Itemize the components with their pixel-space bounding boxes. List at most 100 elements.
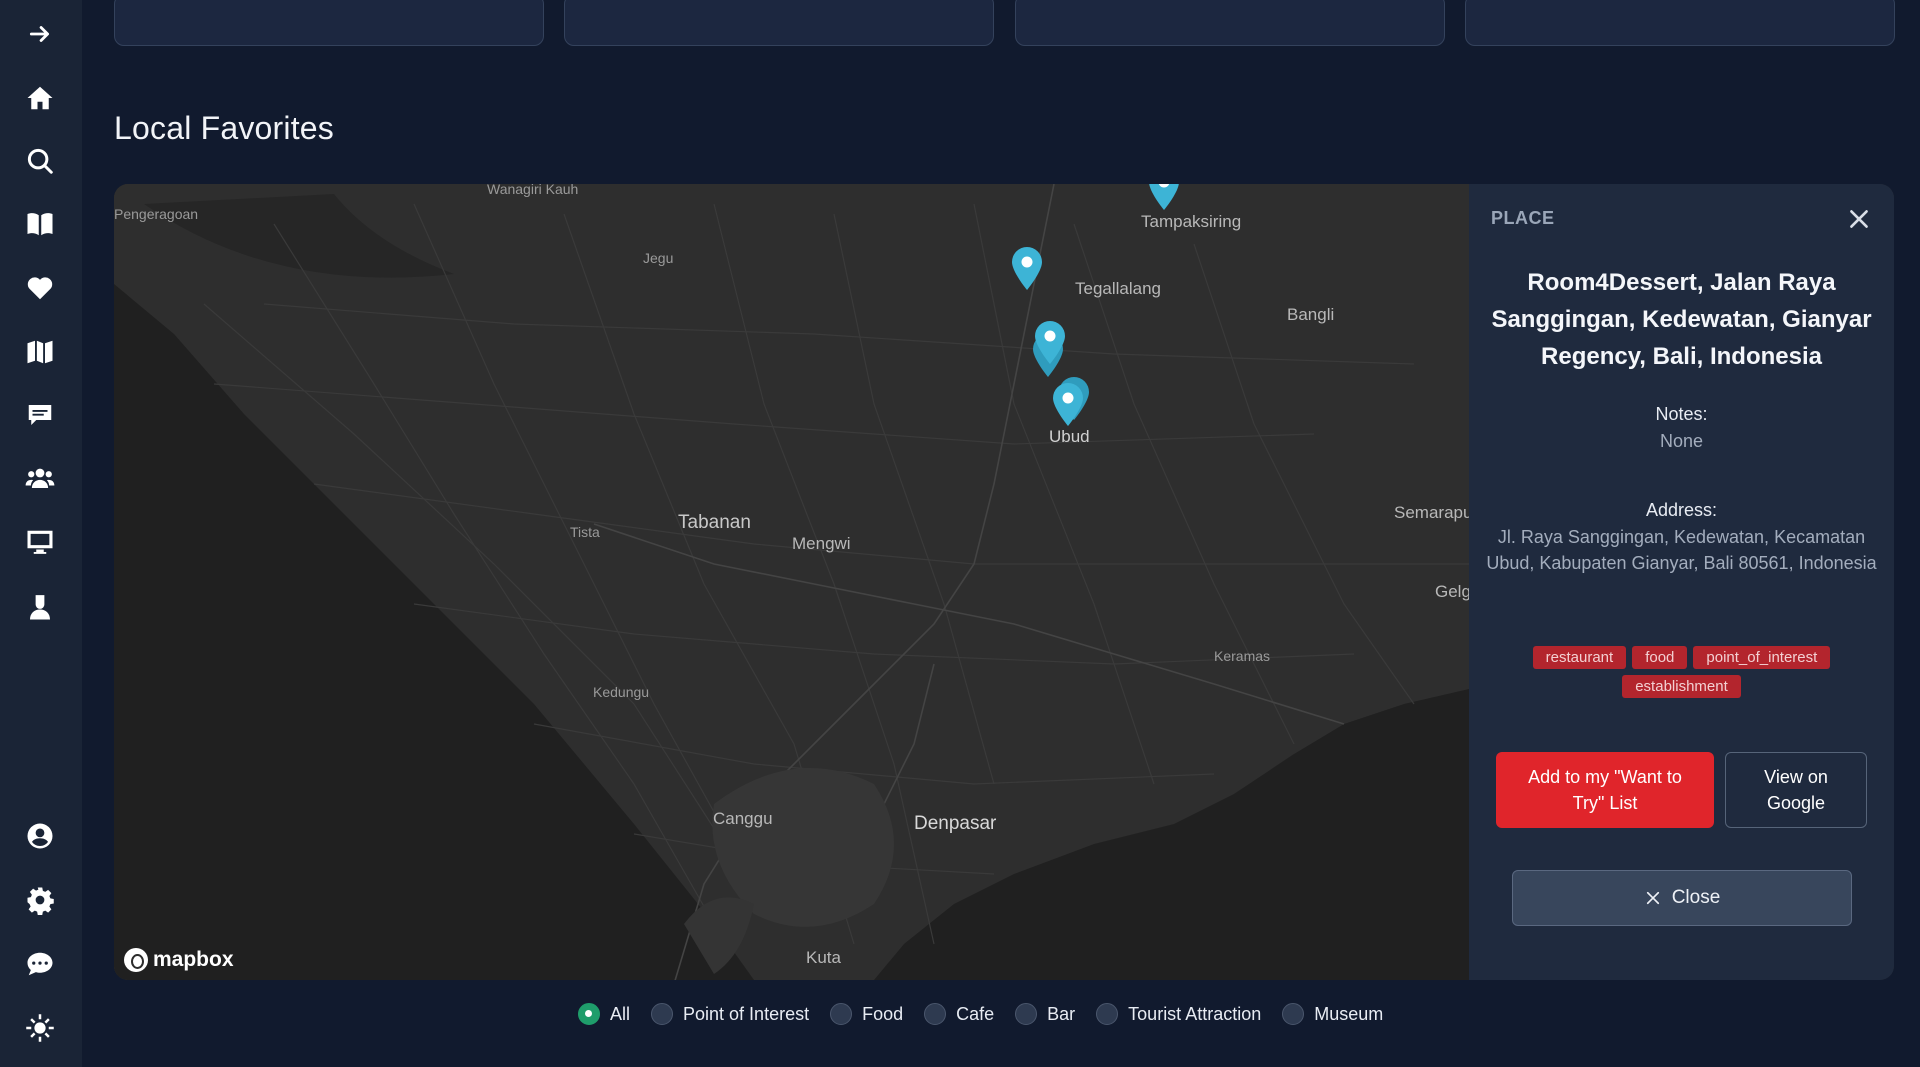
map-label-canggu: Canggu [713, 809, 773, 828]
radio-button[interactable] [578, 1003, 600, 1025]
notes-value: None [1659, 431, 1704, 451]
sidebar-item-guides[interactable] [18, 202, 62, 246]
filter-label: Museum [1314, 1003, 1384, 1024]
sun-icon [26, 1014, 54, 1042]
map-background [114, 184, 1469, 980]
top-card-3[interactable] [1015, 0, 1445, 46]
map-label-jegu: Jegu [643, 250, 674, 266]
sidebar-item-dashboard[interactable] [18, 520, 62, 564]
category-filter: All Point of Interest Food Cafe Bar Tour… [578, 1000, 1404, 1028]
filter-option-all[interactable]: All [578, 1003, 630, 1025]
map-label-keramas: Keramas [1214, 648, 1271, 664]
map-label-tabanan: Tabanan [678, 512, 751, 533]
filter-label: Point of Interest [683, 1003, 810, 1024]
arrow-right-icon [29, 26, 49, 42]
map-label-semarapura: Semarapu [1394, 503, 1469, 522]
message-icon [27, 952, 53, 976]
tag-list: restaurant food point_of_interest establ… [1509, 646, 1854, 698]
notes-label: Notes: [1655, 404, 1708, 424]
filter-label: Food [862, 1003, 904, 1024]
sidebar-item-messages[interactable] [18, 942, 62, 986]
radio-button[interactable] [924, 1003, 947, 1025]
mapbox-wordmark: mapbox [153, 948, 234, 971]
address-label: Address: [1645, 500, 1718, 520]
map-label-tampaksiring: Tampaksiring [1141, 212, 1242, 231]
mapbox-logo[interactable]: mapbox [124, 948, 234, 972]
chat-icon [28, 405, 52, 425]
tag: food [1632, 646, 1688, 669]
panel-close-button[interactable] [1846, 206, 1872, 232]
top-card-4[interactable] [1465, 0, 1895, 46]
top-card-1[interactable] [114, 0, 544, 46]
view-on-google-button[interactable]: View on Google [1725, 752, 1867, 828]
app-root: Local Favorites Wanagiri Kauh Pengeragoa… [0, 0, 1920, 1067]
expand-sidebar-button[interactable] [18, 12, 62, 56]
section-title: Local Favorites [114, 110, 334, 146]
sidebar-item-map[interactable] [18, 330, 62, 374]
place-panel: PLACE Room4Dessert, Jalan Raya Sangginga… [1469, 184, 1894, 980]
close-icon [1850, 210, 1868, 228]
sidebar-item-profile[interactable] [18, 585, 62, 629]
filter-option-bar[interactable]: Bar [1015, 1003, 1075, 1025]
panel-label: PLACE [1491, 208, 1555, 228]
map-canvas[interactable]: Wanagiri Kauh Pengeragoan Jegu Tampaksir… [114, 184, 1469, 980]
map-label-pengeragoan: Pengeragoan [114, 206, 199, 222]
map-label-denpasar: Denpasar [914, 813, 997, 834]
gear-icon [27, 887, 54, 915]
users-icon [25, 468, 55, 488]
sidebar [0, 0, 82, 1067]
place-name: Room4Dessert, Jalan Raya Sanggingan, Ked… [1491, 269, 1872, 370]
radio-button[interactable] [1282, 1003, 1305, 1025]
search-icon [27, 148, 53, 174]
home-icon [27, 86, 53, 110]
filter-label: All [610, 1003, 631, 1024]
address-value: Jl. Raya Sanggingan, Kedewatan, Kecamata… [1486, 527, 1877, 573]
sidebar-item-community[interactable] [18, 456, 62, 500]
radio-button[interactable] [1096, 1003, 1119, 1025]
map-pin[interactable] [1031, 318, 1069, 366]
tag: restaurant [1532, 646, 1627, 669]
filter-label: Tourist Attraction [1128, 1003, 1262, 1024]
map-label-mengwi: Mengwi [792, 534, 851, 553]
sidebar-item-settings[interactable] [18, 878, 62, 922]
map-label-ubud: Ubud [1049, 427, 1090, 446]
account-circle-icon [27, 823, 53, 849]
map-label-gelgel: Gelg [1435, 582, 1469, 601]
map-label-kuta: Kuta [806, 948, 841, 967]
sidebar-item-account[interactable] [18, 814, 62, 858]
close-icon [1646, 891, 1659, 905]
radio-button[interactable] [830, 1003, 853, 1025]
radio-button[interactable] [651, 1003, 674, 1025]
filter-option-point-of-interest[interactable]: Point of Interest [651, 1003, 809, 1025]
map-pin-selected[interactable] [1049, 380, 1087, 428]
filter-option-cafe[interactable]: Cafe [924, 1003, 994, 1025]
user-icon [30, 595, 50, 620]
filter-option-museum[interactable]: Museum [1282, 1003, 1383, 1025]
book-icon [27, 213, 53, 236]
map-label-wanagiri: Wanagiri Kauh [487, 184, 579, 197]
map-label-tista: Tista [570, 524, 600, 540]
top-card-2[interactable] [564, 0, 994, 46]
filter-label: Cafe [956, 1003, 995, 1024]
tag: point_of_interest [1693, 646, 1831, 669]
sidebar-item-search[interactable] [18, 139, 62, 183]
close-button-label: Close [1671, 887, 1721, 908]
map-label-bangli: Bangli [1287, 305, 1335, 324]
map-icon [27, 340, 53, 364]
filter-option-tourist-attraction[interactable]: Tourist Attraction [1096, 1003, 1261, 1025]
sidebar-item-favorites[interactable] [18, 266, 62, 310]
heart-icon [27, 277, 53, 300]
sidebar-item-home[interactable] [18, 76, 62, 120]
filter-label: Bar [1047, 1003, 1076, 1024]
theme-toggle-button[interactable] [18, 1006, 62, 1050]
mapbox-icon [124, 948, 148, 972]
close-button[interactable]: Close [1512, 870, 1852, 926]
radio-button[interactable] [1015, 1003, 1038, 1025]
map-pin[interactable] [1145, 184, 1183, 212]
tag: establishment [1622, 675, 1741, 698]
map-container: Wanagiri Kauh Pengeragoan Jegu Tampaksir… [114, 184, 1894, 980]
add-to-want-to-try-button[interactable]: Add to my "Want to Try" List [1496, 752, 1714, 828]
sidebar-item-reviews[interactable] [18, 393, 62, 437]
filter-option-food[interactable]: Food [830, 1003, 903, 1025]
map-pin[interactable] [1008, 244, 1046, 292]
